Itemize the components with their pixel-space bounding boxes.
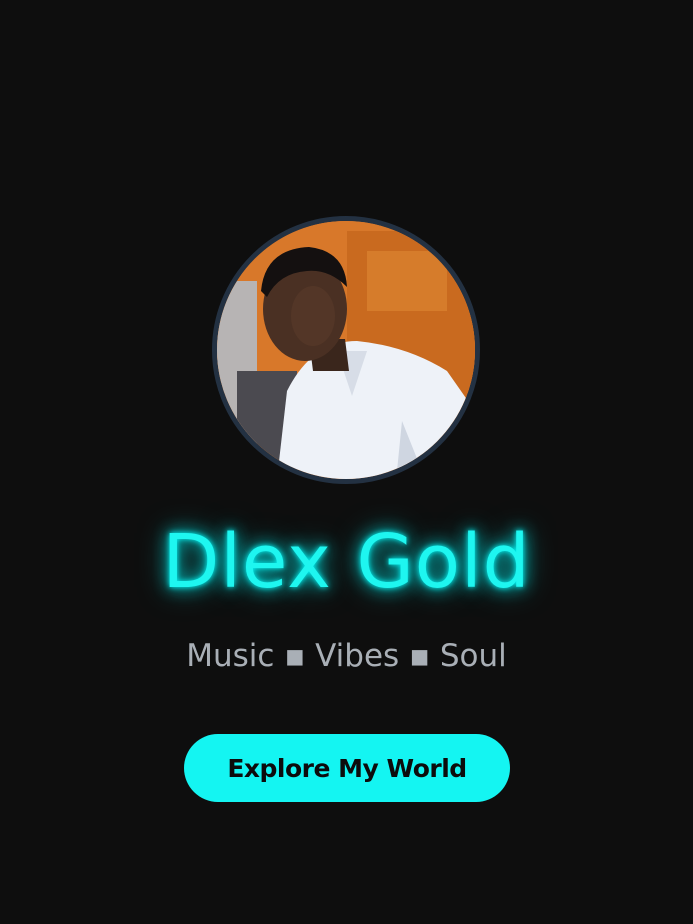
avatar-photo <box>217 221 475 479</box>
profile-name: Dlex Gold <box>162 519 531 605</box>
profile-tagline: Music ▪ Vibes ▪ Soul <box>186 638 507 674</box>
explore-button[interactable]: Explore My World <box>184 734 510 802</box>
hero-section: Dlex Gold Music ▪ Vibes ▪ Soul Explore M… <box>0 0 693 924</box>
avatar <box>212 216 480 484</box>
